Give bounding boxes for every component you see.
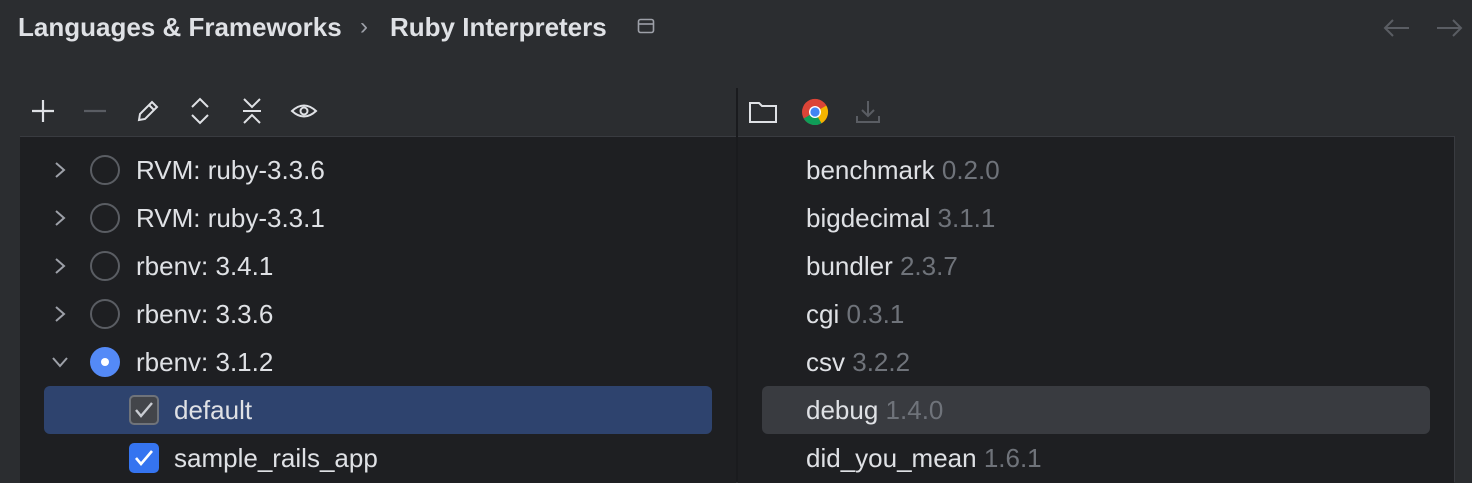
breadcrumb-separator: › (360, 13, 368, 40)
panel-divider[interactable] (736, 88, 738, 482)
chevron-down-icon[interactable] (50, 352, 70, 372)
gem-version: 1.4.0 (885, 395, 944, 425)
chevron-right-icon[interactable] (50, 208, 70, 228)
download-icon[interactable] (853, 97, 883, 127)
radio-button[interactable] (90, 203, 120, 233)
radio-button[interactable] (90, 299, 120, 329)
gem-version: 2.3.7 (899, 251, 958, 281)
gem-name: did_you_mean (806, 443, 977, 473)
interpreter-label: RVM: ruby-3.3.1 (136, 203, 325, 233)
gem-name: csv (806, 347, 845, 377)
chevron-right-icon[interactable] (50, 256, 70, 276)
arrow-left-icon[interactable] (1382, 16, 1412, 40)
edit-icon[interactable] (133, 96, 163, 126)
breadcrumb-parent[interactable]: Languages & Frameworks (18, 10, 342, 44)
gemset-checkbox[interactable] (129, 443, 159, 473)
interpreter-label: rbenv: 3.4.1 (136, 251, 274, 281)
gemset-checkbox[interactable] (129, 395, 159, 425)
chrome-icon[interactable] (800, 97, 830, 127)
interpreter-label: rbenv: 3.3.6 (136, 299, 274, 329)
gem-version: 0.3.1 (846, 299, 905, 329)
radio-button-selected[interactable] (90, 347, 120, 377)
gem-version: 1.6.1 (983, 443, 1042, 473)
page-title: Ruby Interpreters (390, 12, 607, 42)
interpreter-label: RVM: ruby-3.3.6 (136, 155, 325, 185)
list-item[interactable]: debug 1.4.0 (806, 394, 943, 426)
gemset-label: default (174, 395, 253, 425)
arrow-right-icon[interactable] (1434, 16, 1464, 40)
gem-name: debug (806, 395, 879, 425)
list-item[interactable]: cgi 0.3.1 (806, 298, 904, 330)
gem-version: 0.2.0 (941, 155, 1000, 185)
interpreter-label: rbenv: 3.1.2 (136, 347, 274, 377)
list-item[interactable]: bundler 2.3.7 (806, 250, 958, 282)
folder-icon[interactable] (748, 97, 778, 127)
chevron-right-icon[interactable] (50, 304, 70, 324)
add-icon[interactable] (28, 96, 58, 126)
scrollbar-track[interactable] (1454, 136, 1472, 482)
check-icon (135, 402, 153, 418)
radio-button[interactable] (90, 251, 120, 281)
gemset-label: sample_rails_app (174, 443, 378, 473)
radio-button[interactable] (90, 155, 120, 185)
chevron-right-icon[interactable] (50, 160, 70, 180)
remove-icon[interactable] (80, 96, 110, 126)
collapse-all-icon[interactable] (237, 96, 267, 126)
list-item[interactable]: bigdecimal 3.1.1 (806, 202, 995, 234)
gem-name: cgi (806, 299, 840, 329)
gem-version: 3.2.2 (852, 347, 911, 377)
list-item[interactable]: csv 3.2.2 (806, 346, 910, 378)
check-icon (135, 450, 153, 467)
gem-version: 3.1.1 (937, 203, 996, 233)
expand-all-icon[interactable] (185, 96, 215, 126)
list-item[interactable]: benchmark 0.2.0 (806, 154, 1000, 186)
eye-icon[interactable] (289, 96, 319, 126)
gem-name: bigdecimal (806, 203, 931, 233)
window-icon[interactable] (637, 18, 655, 34)
list-item[interactable]: did_you_mean 1.6.1 (806, 442, 1042, 474)
gem-name: benchmark (806, 155, 935, 185)
gem-name: bundler (806, 251, 893, 281)
